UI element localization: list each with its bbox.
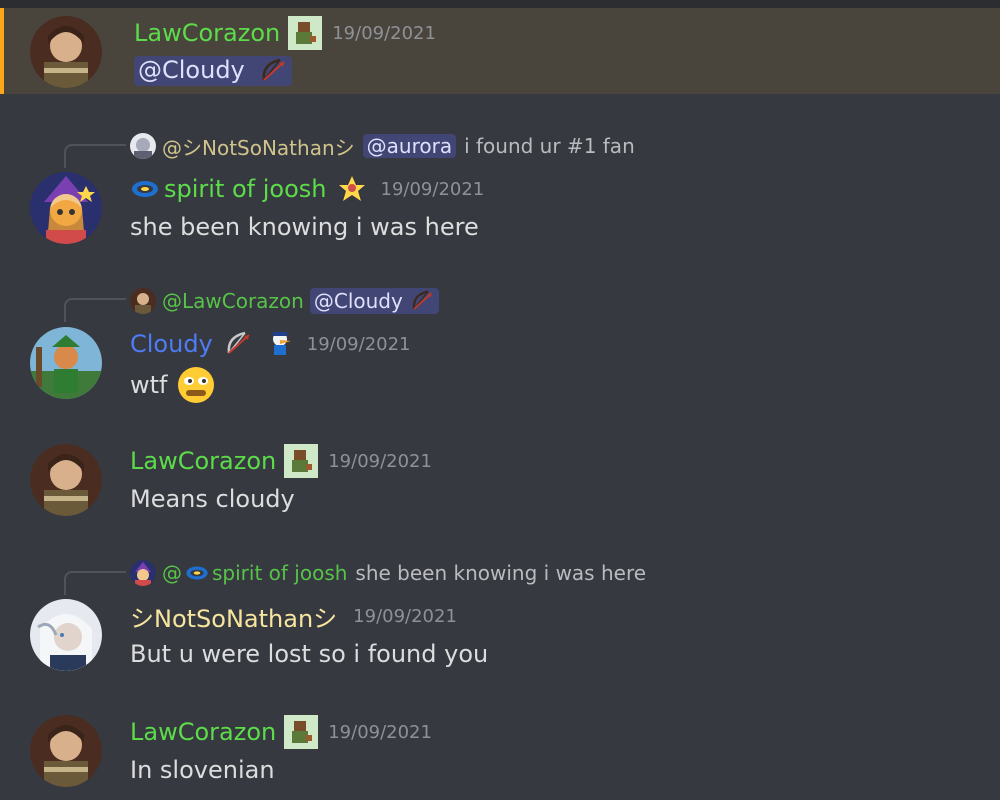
message-content: Means cloudy	[130, 485, 295, 513]
username[interactable]: Cloudy	[130, 330, 213, 358]
message-content: she been knowing i was here	[130, 213, 479, 241]
message-content: wtf	[130, 365, 216, 405]
message-header: LawCorazon 19/09/2021	[130, 444, 432, 478]
avatar[interactable]	[30, 327, 102, 399]
reply-avatar	[130, 133, 156, 159]
message-item[interactable]: LawCorazon 19/09/2021 @Cloudy	[0, 8, 1000, 94]
reply-author-prefix: @	[162, 561, 182, 585]
reply-preview[interactable]: @シNotSoNathanシ @aurora i found ur #1 fan	[130, 132, 635, 160]
message-content: @Cloudy	[134, 54, 293, 88]
username[interactable]: spirit of joosh	[164, 175, 327, 203]
avatar[interactable]	[30, 444, 102, 516]
reply-author[interactable]: spirit of joosh	[212, 561, 347, 585]
role-badge-icon[interactable]	[284, 444, 319, 478]
reply-avatar	[130, 288, 156, 314]
message-header: シNotSoNathanシ 19/09/2021	[130, 599, 457, 633]
user-mention[interactable]: @Cloudy	[134, 56, 293, 86]
timestamp[interactable]: 19/09/2021	[381, 179, 485, 200]
reply-spine	[64, 571, 126, 595]
message-item[interactable]: spirit of joosh 19/09/2021 she been know…	[0, 168, 1000, 248]
bow-arrow-icon	[227, 331, 250, 354]
avatar[interactable]	[30, 715, 102, 787]
reply-spine	[64, 144, 126, 168]
timestamp[interactable]: 19/09/2021	[328, 722, 432, 743]
star-character-icon	[338, 176, 365, 201]
message-content: But u were lost so i found you	[130, 640, 489, 668]
message-item[interactable]: LawCorazon 19/09/2021 In slovenian	[0, 711, 1000, 800]
timestamp[interactable]: 19/09/2021	[353, 606, 457, 627]
blue-ring-icon	[132, 181, 158, 197]
message-item[interactable]: シNotSoNathanシ 19/09/2021 But u were lost…	[0, 595, 1000, 680]
reply-preview[interactable]: @LawCorazon @Cloudy	[130, 287, 439, 315]
reply-mention[interactable]: @aurora	[362, 134, 457, 158]
message-content: In slovenian	[130, 756, 275, 784]
avatar[interactable]	[30, 16, 102, 88]
grimace-emoji-icon	[177, 367, 214, 403]
reply-preview[interactable]: @ spirit of joosh she been knowing i was…	[130, 559, 646, 587]
message-header: LawCorazon 19/09/2021	[130, 715, 432, 749]
role-badge-icon[interactable]	[284, 715, 319, 749]
timestamp[interactable]: 19/09/2021	[307, 334, 411, 355]
bow-arrow-icon	[262, 58, 286, 81]
username[interactable]: LawCorazon	[134, 19, 280, 47]
duck-character-icon	[272, 332, 291, 355]
role-badge-icon[interactable]	[288, 16, 323, 50]
avatar[interactable]	[30, 172, 102, 244]
reply-text: i found ur #1 fan	[464, 134, 635, 158]
bow-arrow-icon	[412, 290, 432, 310]
reply-avatar	[130, 560, 156, 586]
message-item[interactable]: LawCorazon 19/09/2021 Means cloudy	[0, 440, 1000, 525]
message-item[interactable]: Cloudy 19/09/2021 wtf	[0, 323, 1000, 408]
message-header: LawCorazon 19/09/2021	[134, 16, 436, 50]
username[interactable]: シNotSoNathanシ	[130, 599, 337, 634]
username[interactable]: LawCorazon	[130, 447, 276, 475]
blue-ring-icon	[186, 566, 208, 580]
username[interactable]: LawCorazon	[130, 718, 276, 746]
reply-spine	[64, 298, 126, 322]
message-header: spirit of joosh 19/09/2021	[130, 172, 484, 206]
reply-author[interactable]: @シNotSoNathanシ	[162, 132, 355, 161]
reply-author[interactable]: @LawCorazon	[162, 289, 304, 313]
message-header: Cloudy 19/09/2021	[130, 327, 411, 361]
reply-text: she been knowing i was here	[355, 561, 647, 585]
avatar[interactable]	[30, 599, 102, 671]
timestamp[interactable]: 19/09/2021	[328, 451, 432, 472]
timestamp[interactable]: 19/09/2021	[332, 23, 436, 44]
reply-mention[interactable]: @Cloudy	[309, 288, 439, 314]
top-bar	[0, 0, 1000, 8]
